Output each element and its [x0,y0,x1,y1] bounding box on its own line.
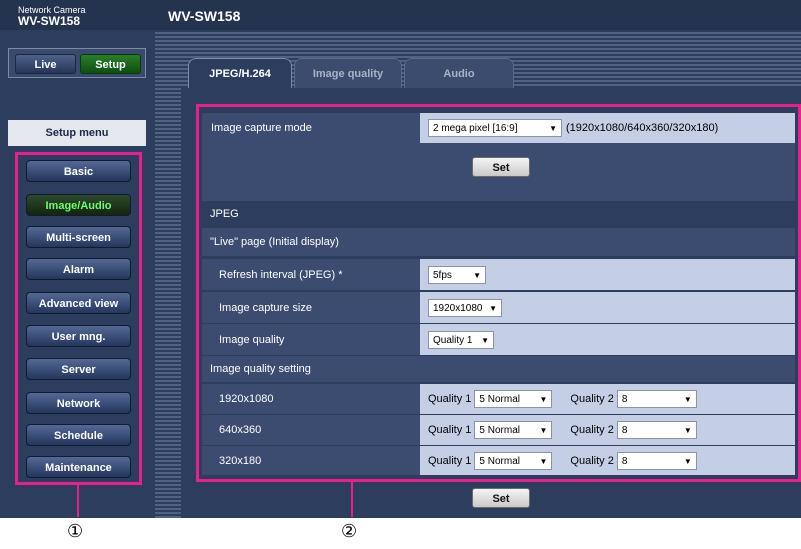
menu-maintenance-button[interactable]: Maintenance [26,456,131,478]
callout-1: ① [67,521,84,542]
sidebar-stripes [155,30,181,518]
tab-audio[interactable]: Audio [404,58,514,88]
page-title: WV-SW158 [168,8,241,24]
callout-line-2 [351,482,353,517]
menu-user-mng-button[interactable]: User mng. [26,325,131,347]
tab-jpeg-h264[interactable]: JPEG/H.264 [188,58,292,88]
menu-network-button[interactable]: Network [26,392,131,414]
content-highlight-frame [196,104,801,482]
menu-alarm-button[interactable]: Alarm [26,258,131,280]
set-button-jpeg[interactable]: Set [472,488,530,508]
menu-basic-button[interactable]: Basic [26,160,131,182]
menu-schedule-button[interactable]: Schedule [26,424,131,446]
tab-image-quality[interactable]: Image quality [294,58,402,88]
menu-advanced-view-button[interactable]: Advanced view [26,292,131,314]
live-button[interactable]: Live [15,54,76,74]
menu-image-audio-button[interactable]: Image/Audio [26,194,131,216]
brand-model: WV-SW158 [18,14,81,28]
menu-multi-screen-button[interactable]: Multi-screen [26,226,131,248]
menu-server-button[interactable]: Server [26,358,131,380]
callout-2: ② [341,521,358,542]
setup-menu-title: Setup menu [8,120,146,146]
callout-line-1 [77,485,79,517]
header-bar: WV-SW158 [155,0,801,30]
setup-button[interactable]: Setup [80,54,141,74]
brand-area: Network Camera WV-SW158 [0,0,155,30]
mode-switch: Live Setup [8,48,146,78]
